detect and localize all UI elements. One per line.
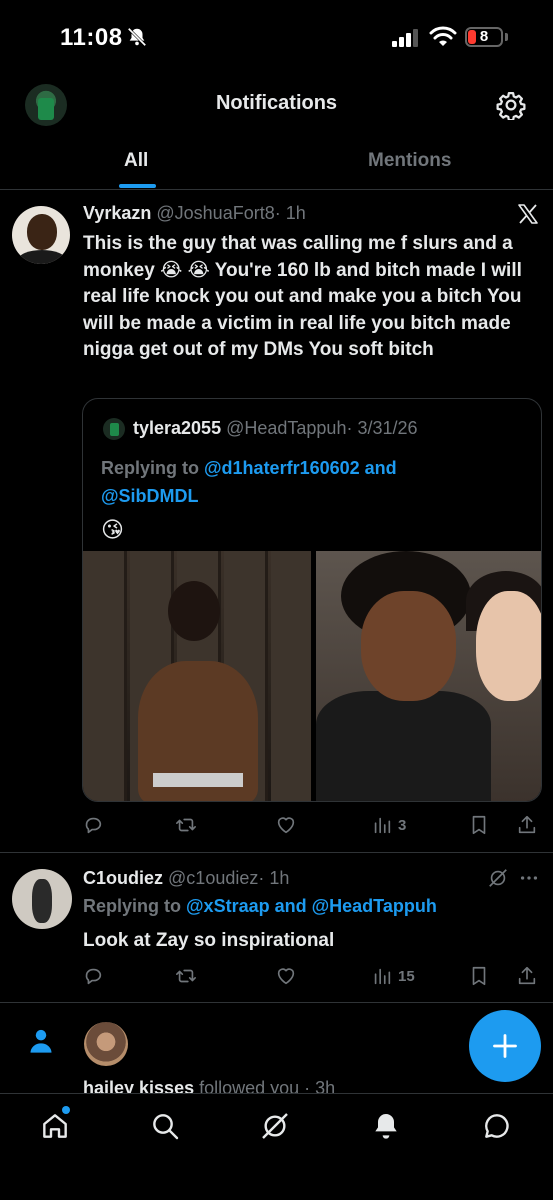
quote-header: tylera2055 @HeadTappuh· 3/31/26 — [133, 418, 418, 439]
share-icon — [518, 815, 536, 834]
x-logo-icon — [518, 204, 538, 224]
grok-icon[interactable] — [487, 867, 509, 889]
media-image[interactable] — [83, 551, 311, 801]
display-name[interactable]: C1oudiez — [83, 868, 163, 888]
more-icon[interactable] — [518, 867, 540, 889]
timestamp: · 1h — [258, 868, 290, 888]
tweet-actions: 15 — [82, 964, 542, 988]
avatar[interactable] — [103, 418, 125, 440]
tweet-text: This is the guy that was calling me f sl… — [83, 233, 522, 360]
display-name[interactable]: tylera2055 — [133, 418, 221, 438]
bookmark-icon — [472, 815, 486, 835]
retweet-icon — [176, 969, 196, 983]
bookmark-icon — [472, 966, 486, 986]
signal-icon — [392, 29, 418, 47]
timestamp: · 3/31/26 — [346, 418, 418, 438]
share-icon — [518, 966, 536, 985]
tweet-header: Vyrkazn @JoshuaFort8· 1h — [83, 203, 306, 224]
plus-icon — [493, 1034, 517, 1058]
replying-prefix: Replying to — [83, 896, 186, 916]
retweet-button[interactable] — [175, 964, 197, 988]
avatar[interactable] — [84, 1022, 128, 1066]
retweet-button[interactable] — [175, 813, 197, 837]
tweet-header: C1oudiez @c1oudiez· 1h — [83, 868, 289, 889]
quoted-tweet[interactable]: tylera2055 @HeadTappuh· 3/31/26 Replying… — [82, 398, 542, 802]
replying-prefix: Replying to — [101, 458, 204, 478]
mention-link[interactable]: @SibDMDL — [101, 486, 199, 506]
person-icon — [30, 1029, 52, 1053]
media-image[interactable] — [316, 551, 541, 801]
replying-and: and — [269, 896, 312, 916]
nav-notifications[interactable] — [370, 1110, 402, 1142]
views-count: 3 — [398, 816, 407, 834]
reply-icon — [85, 968, 102, 985]
tab-mentions[interactable]: Mentions — [368, 150, 451, 172]
nav-messages[interactable] — [481, 1110, 513, 1142]
home-notification-dot — [62, 1106, 70, 1114]
compose-button[interactable] — [469, 1010, 541, 1082]
bottom-navigation — [0, 1093, 553, 1200]
notifications-icon — [375, 1114, 397, 1139]
like-button[interactable] — [275, 813, 297, 837]
reply-button[interactable] — [82, 964, 104, 988]
retweet-icon — [176, 818, 196, 832]
like-button[interactable] — [275, 964, 297, 988]
wifi-icon — [429, 26, 457, 46]
nav-search[interactable] — [149, 1110, 181, 1142]
home-icon — [43, 1114, 67, 1138]
display-name[interactable]: Vyrkazn — [83, 203, 151, 223]
views-icon — [374, 968, 391, 985]
reply-button[interactable] — [82, 813, 104, 837]
replying-and: and — [359, 458, 397, 478]
battery-percent: 8 — [479, 28, 489, 45]
status-time: 11:08 — [60, 24, 123, 51]
tab-all[interactable]: All — [124, 150, 148, 172]
status-bar: 11:08 8 — [0, 0, 553, 72]
messages-icon — [485, 1114, 509, 1138]
tweet-actions: 3 — [82, 813, 542, 837]
share-button[interactable] — [516, 964, 538, 988]
views-button[interactable]: 15 — [371, 964, 415, 988]
notifications-header: Notifications All Mentions — [0, 72, 553, 190]
bookmark-button[interactable] — [468, 964, 490, 988]
like-icon — [277, 817, 295, 834]
battery-cap — [505, 33, 508, 41]
nav-grok[interactable] — [259, 1110, 291, 1142]
avatar[interactable] — [12, 206, 70, 264]
handle[interactable]: @HeadTappuh — [226, 418, 346, 438]
tweet-text: Look at Zay so inspirational — [83, 930, 335, 951]
mention-link[interactable]: @d1haterfr160602 — [204, 458, 360, 478]
share-button[interactable] — [516, 813, 538, 837]
page-title: Notifications — [215, 92, 338, 114]
handle[interactable]: @c1oudiez — [168, 868, 258, 888]
quote-text: 😘 — [101, 517, 124, 542]
handle[interactable]: @JoshuaFort8 — [156, 203, 274, 223]
active-tab-indicator — [119, 184, 156, 188]
notification-tweet[interactable]: Vyrkazn @JoshuaFort8· 1h This is the guy… — [0, 191, 553, 853]
views-count: 15 — [398, 967, 415, 985]
settings-icon[interactable] — [496, 90, 526, 120]
avatar[interactable] — [12, 869, 72, 929]
notification-reply[interactable]: C1oudiez @c1oudiez· 1h Replying to @xStr… — [0, 853, 553, 1003]
replying-to: Replying to @d1haterfr160602 and @SibDMDL — [101, 454, 521, 510]
bell-slash-icon — [127, 27, 147, 47]
bookmark-button[interactable] — [468, 813, 490, 837]
timestamp: · 1h — [274, 203, 306, 223]
views-button[interactable]: 3 — [371, 813, 406, 837]
views-icon — [374, 817, 391, 834]
search-icon — [153, 1114, 179, 1140]
battery-icon: 8 — [465, 27, 503, 47]
replying-to: Replying to @xStraap and @HeadTappuh — [83, 896, 437, 917]
reply-icon — [85, 817, 102, 834]
nav-home[interactable] — [39, 1110, 71, 1142]
like-icon — [277, 968, 295, 985]
mention-link[interactable]: @HeadTappuh — [312, 896, 437, 916]
mention-link[interactable]: @xStraap — [186, 896, 270, 916]
grok-nav-icon — [262, 1113, 288, 1139]
